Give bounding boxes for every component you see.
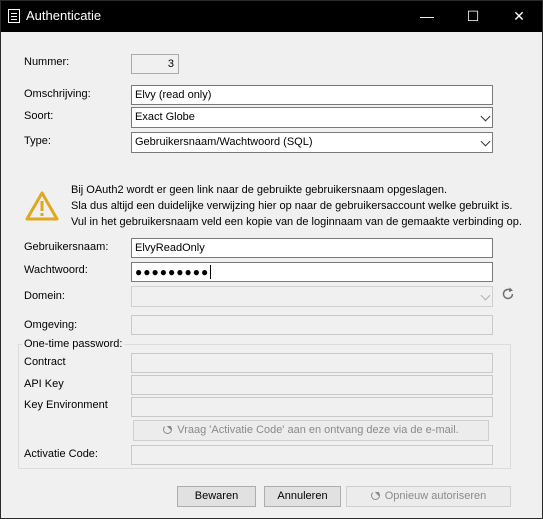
warning-icon [25,191,59,221]
title-bar: Authenticatie — ☐ ✕ [1,1,542,32]
cancel-button[interactable]: Annuleren [264,486,341,507]
wachtwoord-label: Wachtwoord: [24,264,88,276]
omgeving-field [131,315,493,335]
nummer-field: 3 [131,54,179,74]
gebruikersnaam-label: Gebruikersnaam: [24,241,109,253]
chevron-down-icon [480,290,491,301]
activatie-code-label: Activatie Code: [24,448,98,460]
domein-select[interactable] [131,286,493,307]
request-activation-code-label: Vraag 'Activatie Code' aan en ontvang de… [177,424,459,436]
contract-label: Contract [24,356,66,368]
soort-select[interactable]: Exact Globe [131,107,493,128]
minimize-button[interactable]: — [404,1,450,32]
warning-line-1: Bij OAuth2 wordt er geen link naar de ge… [71,184,448,196]
keyenv-label: Key Environment [24,399,108,411]
request-activation-code-button[interactable]: Vraag 'Activatie Code' aan en ontvang de… [133,420,489,441]
soort-value: Exact Globe [135,111,195,123]
nummer-label: Nummer: [24,56,70,68]
reauthorize-label: Opnieuw autoriseren [384,490,487,502]
refresh-icon[interactable] [500,286,516,302]
app-icon [8,9,20,23]
otp-group-title: One-time password: [22,338,125,350]
refresh-icon [370,491,380,500]
text-cursor [210,265,212,279]
omschrijving-label: Omschrijving: [24,88,91,100]
close-button[interactable]: ✕ [496,1,542,32]
gebruikersnaam-field[interactable]: ElvyReadOnly [131,238,493,258]
chevron-down-icon [480,136,491,147]
keyenv-field [131,397,493,417]
password-value: ●●●●●●●●● [135,265,210,279]
activatie-code-field [131,445,493,465]
omschrijving-field[interactable]: Elvy (read only) [131,85,493,105]
chevron-down-icon [480,111,491,122]
authentication-dialog: Authenticatie — ☐ ✕ Nummer: 3 Omschrijvi… [0,0,543,519]
omgeving-label: Omgeving: [24,319,78,331]
save-button[interactable]: Bewaren [177,486,256,507]
type-select[interactable]: Gebruikersnaam/Wachtwoord (SQL) [131,132,493,153]
maximize-button[interactable]: ☐ [450,1,496,32]
apikey-field [131,375,493,395]
type-label: Type: [24,135,51,147]
soort-label: Soort: [24,110,54,122]
apikey-label: API Key [24,378,64,390]
reauthorize-button[interactable]: Opnieuw autoriseren [346,486,511,507]
type-value: Gebruikersnaam/Wachtwoord (SQL) [135,136,313,148]
warning-line-2: Sla dus altijd een duidelijke verwijzing… [71,200,513,212]
refresh-icon [163,425,173,434]
contract-field [131,353,493,373]
window-title: Authenticatie [26,8,102,23]
wachtwoord-field[interactable]: ●●●●●●●●● [131,262,493,282]
warning-line-3: Vul in het gebruikersnaam veld een kopie… [71,216,522,228]
domein-label: Domein: [24,290,65,302]
